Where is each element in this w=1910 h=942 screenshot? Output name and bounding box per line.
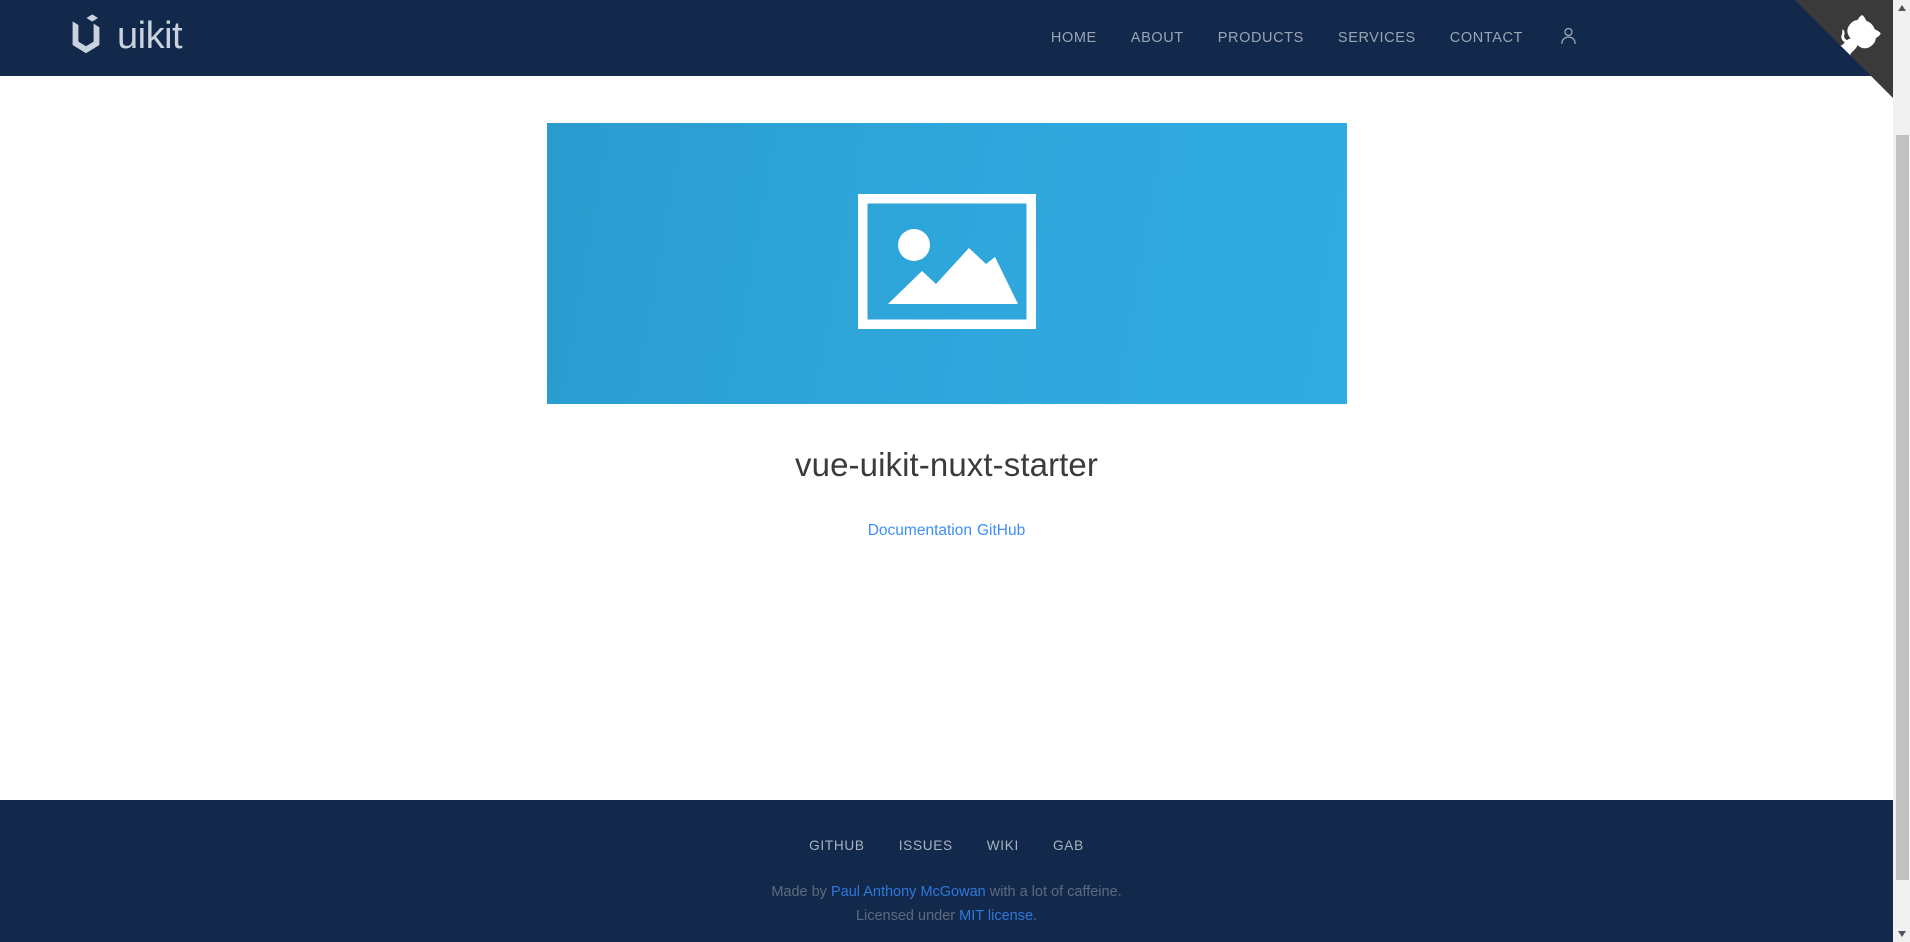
license-line: Licensed under MIT license.: [0, 904, 1893, 928]
site-footer: GITHUB ISSUES WIKI GAB Made by Paul Anth…: [0, 800, 1893, 942]
github-octocat-corner-icon: [1795, 0, 1893, 98]
site-header: uikit HOME ABOUT PRODUCTS SERVICES CONTA…: [0, 0, 1893, 98]
documentation-link[interactable]: Documentation: [868, 522, 972, 539]
credit-line: Made by Paul Anthony McGowan with a lot …: [0, 880, 1893, 904]
account-button[interactable]: [1540, 25, 1593, 51]
scroll-up-button[interactable]: [1894, 0, 1910, 17]
nav-item-services[interactable]: SERVICES: [1321, 0, 1433, 76]
image-placeholder-icon: [854, 190, 1039, 334]
page-root: uikit HOME ABOUT PRODUCTS SERVICES CONTA…: [0, 0, 1910, 942]
github-link[interactable]: GitHub: [977, 522, 1025, 539]
credit-prefix: Made by: [771, 884, 831, 900]
scroll-down-arrow-icon: [1898, 931, 1906, 937]
user-account-icon: [1558, 25, 1579, 51]
footer-navigation: GITHUB ISSUES WIKI GAB: [0, 838, 1893, 853]
primary-navigation: HOME ABOUT PRODUCTS SERVICES CONTACT: [1034, 0, 1893, 76]
main-content: vue-uikit-nuxt-starter Documentation GitH…: [0, 76, 1893, 800]
scroll-up-arrow-icon: [1898, 5, 1906, 11]
scrollbar-thumb[interactable]: [1896, 135, 1909, 880]
nav-item-products[interactable]: PRODUCTS: [1201, 0, 1321, 76]
scroll-down-button[interactable]: [1894, 925, 1910, 942]
content-container: vue-uikit-nuxt-starter Documentation GitH…: [546, 123, 1347, 540]
nav-item-contact[interactable]: CONTACT: [1433, 0, 1540, 76]
github-corner-ribbon[interactable]: [1795, 0, 1893, 98]
brand-name: uikit: [117, 15, 183, 57]
license-prefix: Licensed under: [855, 908, 960, 924]
footer-item-gab[interactable]: GAB: [1036, 838, 1101, 853]
browser-viewport: uikit HOME ABOUT PRODUCTS SERVICES CONTA…: [0, 0, 1893, 942]
footer-item-wiki[interactable]: WIKI: [970, 838, 1036, 853]
mit-license-link[interactable]: MIT license: [959, 908, 1033, 924]
page-title: vue-uikit-nuxt-starter: [795, 446, 1098, 483]
vertical-scrollbar[interactable]: [1893, 0, 1910, 942]
uikit-hexagon-logo-icon: [66, 14, 106, 62]
author-link[interactable]: Paul Anthony McGowan: [831, 884, 986, 900]
nav-item-home[interactable]: HOME: [1034, 0, 1114, 76]
footer-item-issues[interactable]: ISSUES: [882, 838, 970, 853]
hero-image-banner: [546, 123, 1347, 404]
nav-item-about[interactable]: ABOUT: [1114, 0, 1201, 76]
brand-logo-link[interactable]: uikit: [66, 14, 183, 62]
credit-suffix: with a lot of caffeine.: [985, 884, 1122, 900]
hero-link-group: Documentation GitHub: [547, 522, 1347, 540]
footer-item-github[interactable]: GITHUB: [792, 838, 882, 853]
license-suffix: .: [1033, 908, 1038, 924]
footer-credits: Made by Paul Anthony McGowan with a lot …: [0, 880, 1893, 928]
